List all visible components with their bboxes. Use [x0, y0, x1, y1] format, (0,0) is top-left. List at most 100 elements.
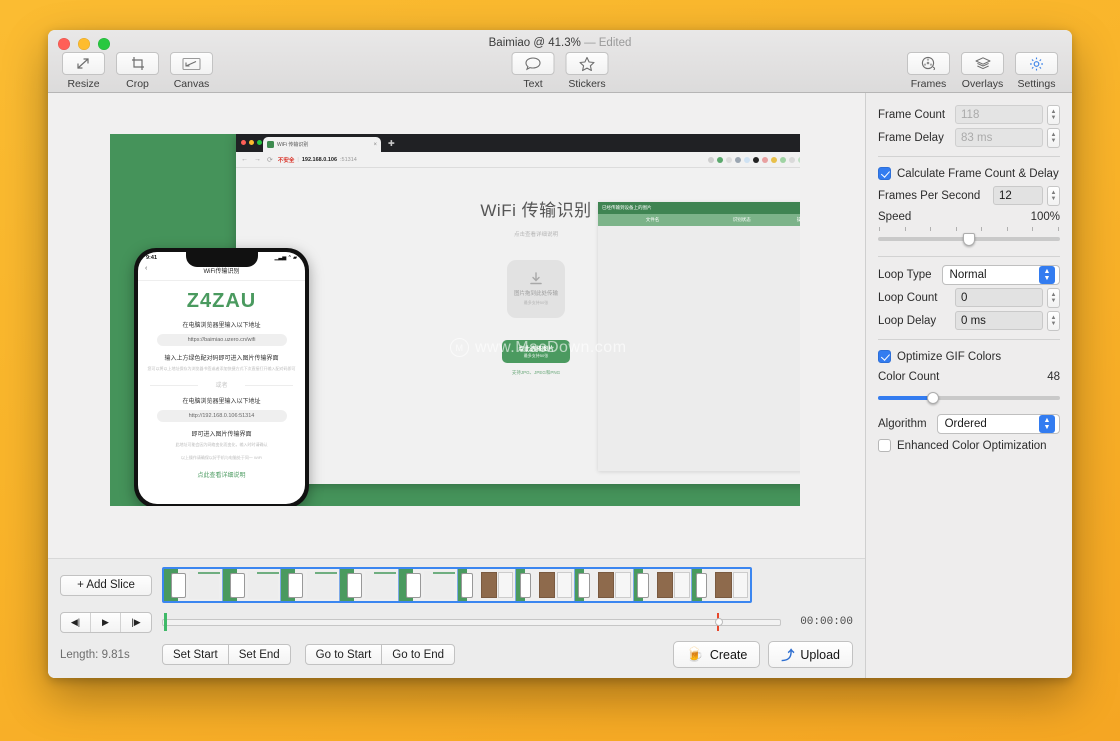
frame-count-row: Frame Count 118 ▲ ▼: [878, 103, 1060, 126]
speed-label: Speed: [878, 211, 912, 223]
window-edited-label: — Edited: [584, 37, 632, 49]
speech-bubble-icon: [511, 52, 555, 75]
algorithm-select[interactable]: Ordered ▲ ▼: [936, 413, 1060, 434]
crop-button[interactable]: Crop: [114, 52, 161, 90]
fps-stepper[interactable]: ▲ ▼: [1047, 185, 1060, 206]
frame-delay-input[interactable]: 83 ms: [955, 128, 1043, 147]
timeline-track[interactable]: [162, 618, 781, 626]
phone-nav-title: WiFi传输识别: [203, 269, 240, 275]
phone-mockup: 9:41 ▁▃▅ ⌃ ▰ ‹ WiFi传输识别 Z4ZAU 在电脑浏览器里输入以…: [134, 248, 309, 506]
browser-page: WiFi 传输识别 点击查看详细说明 图片拖到此处传输 最多支持50张 点此选择…: [236, 168, 800, 484]
fps-input[interactable]: 12: [993, 186, 1043, 205]
phone-detail-link[interactable]: 点此查看详细说明: [138, 470, 305, 479]
frame-count-label: Frame Count: [878, 108, 946, 121]
phone-url-1: https://baimiao.uzero.cn/wifi: [156, 334, 287, 346]
optimize-checkbox-row[interactable]: Optimize GIF Colors: [878, 346, 1060, 367]
title-bar: Baimiao @ 41.3% — Edited Resize Crop Can…: [48, 30, 1072, 93]
upload-button[interactable]: ⤴ Upload: [768, 641, 853, 668]
enhanced-checkbox-row[interactable]: Enhanced Color Optimization: [878, 435, 1060, 456]
enhanced-checkbox[interactable]: [878, 439, 891, 452]
download-arrow-icon: [530, 272, 542, 285]
fps-label: Frames Per Second: [878, 189, 981, 202]
phone-screen: 9:41 ▁▃▅ ⌃ ▰ ‹ WiFi传输识别 Z4ZAU 在电脑浏览器里输入以…: [138, 252, 305, 504]
text-button[interactable]: Text: [510, 52, 557, 90]
resize-icon: [62, 52, 105, 75]
frame-thumbnail[interactable]: [574, 569, 634, 601]
stickers-label: Stickers: [568, 78, 606, 90]
loop-count-input[interactable]: 0: [955, 288, 1043, 307]
calculate-checkbox-row[interactable]: Calculate Frame Count & Delay: [878, 163, 1060, 184]
loop-count-stepper[interactable]: ▲ ▼: [1047, 287, 1060, 308]
stickers-button[interactable]: Stickers: [564, 52, 611, 90]
color-count-slider[interactable]: [878, 391, 1060, 405]
frame-delay-row: Frame Delay 83 ms ▲ ▼: [878, 126, 1060, 149]
frame-filmstrip[interactable]: [162, 567, 752, 603]
overlays-button[interactable]: Overlays: [959, 52, 1006, 90]
edited-image: WiFi 传输识别 × ✚ ← → ⟳ 不安全 | 192.168.0.106 …: [110, 134, 800, 506]
gear-icon: [1015, 52, 1058, 75]
canvas-area[interactable]: WiFi 传输识别 × ✚ ← → ⟳ 不安全 | 192.168.0.106 …: [48, 93, 865, 558]
speed-slider[interactable]: [878, 232, 1060, 246]
loop-delay-input[interactable]: 0 ms: [955, 311, 1043, 330]
frame-delay-stepper[interactable]: ▲ ▼: [1047, 127, 1060, 148]
timeline-scrubber[interactable]: [162, 611, 781, 633]
go-to-start-button[interactable]: Go to Start: [304, 644, 383, 665]
pairing-code: Z4ZAU: [186, 290, 257, 312]
skip-forward-icon[interactable]: |▶: [121, 613, 151, 632]
phone-tiny-3: 以上操作请确保以好手机与电脑处于同一 WiFi: [180, 455, 263, 460]
set-start-button[interactable]: Set Start: [162, 644, 229, 665]
frame-thumbnail[interactable]: [457, 569, 517, 601]
add-slice-button[interactable]: + Add Slice: [60, 574, 152, 596]
tab-title: WiFi 传输识别: [277, 142, 309, 148]
column-status: 识别状态: [732, 217, 751, 222]
resize-button[interactable]: Resize: [60, 52, 107, 90]
frame-thumbnail[interactable]: [692, 569, 750, 601]
color-count-label: Color Count: [878, 371, 940, 383]
create-label: Create: [709, 647, 748, 662]
frame-count-input[interactable]: 118: [955, 105, 1043, 124]
upload-label: Upload: [800, 647, 840, 662]
phone-back-icon[interactable]: ‹: [145, 265, 147, 272]
frame-thumbnail[interactable]: [164, 569, 223, 601]
optimize-checkbox[interactable]: [878, 350, 891, 363]
frame-thumbnail[interactable]: [340, 569, 399, 601]
browser-traffic-lights: [241, 140, 262, 145]
play-icon[interactable]: ▶: [91, 612, 121, 632]
loop-delay-stepper[interactable]: ▲ ▼: [1047, 310, 1060, 331]
loop-count-label: Loop Count: [878, 291, 938, 304]
frame-count-stepper[interactable]: ▲ ▼: [1047, 104, 1060, 125]
loop-delay-row: Loop Delay 0 ms ▲ ▼: [878, 309, 1060, 332]
timeline-playhead[interactable]: [715, 618, 723, 626]
frame-thumbnail[interactable]: [398, 569, 458, 601]
timeline-start-marker[interactable]: [164, 613, 167, 631]
dropzone[interactable]: 图片拖到此处传输 最多支持50张: [507, 260, 565, 318]
fps-row: Frames Per Second 12 ▲ ▼: [878, 184, 1060, 207]
film-reel-icon: [907, 52, 950, 75]
frame-thumbnail[interactable]: [281, 569, 341, 601]
create-button[interactable]: 🍺 Create: [673, 641, 761, 668]
settings-button[interactable]: Settings: [1013, 52, 1060, 90]
window-title: Baimiao @ 41.3% — Edited: [48, 37, 1072, 49]
frame-thumbnail[interactable]: [516, 569, 575, 601]
frame-thumbnail[interactable]: [222, 569, 282, 601]
go-to-end-button[interactable]: Go to End: [381, 644, 456, 665]
frame-thumbnail[interactable]: [633, 569, 693, 601]
phone-line-2: 输入上方绿色配对码即可进入图片传输界面: [164, 356, 279, 362]
canvas-button[interactable]: Canvas: [168, 52, 215, 90]
set-end-button[interactable]: Set End: [227, 644, 291, 665]
speed-slider-knob[interactable]: [963, 232, 975, 246]
calculate-checkbox[interactable]: [878, 167, 891, 180]
skip-back-icon[interactable]: ◀|: [61, 612, 91, 632]
color-count-knob[interactable]: [926, 392, 939, 404]
crop-icon: [116, 52, 159, 75]
transport-controls: ◀| ▶ |▶: [60, 611, 152, 633]
pick-image-button[interactable]: 点此选择图片 最多支持50张: [502, 340, 570, 363]
tab-close-icon: ×: [373, 141, 377, 148]
chevron-updown-icon: ▲ ▼: [1039, 414, 1055, 433]
frames-button[interactable]: Frames: [905, 52, 952, 90]
browser-extension-icons: [708, 156, 800, 163]
address-port: :51314: [340, 156, 357, 163]
browser-mockup: WiFi 传输识别 × ✚ ← → ⟳ 不安全 | 192.168.0.106 …: [236, 134, 800, 484]
loop-type-select[interactable]: Normal ▲ ▼: [941, 264, 1060, 285]
browser-address: 不安全 | 192.168.0.106 :51314: [277, 156, 357, 164]
